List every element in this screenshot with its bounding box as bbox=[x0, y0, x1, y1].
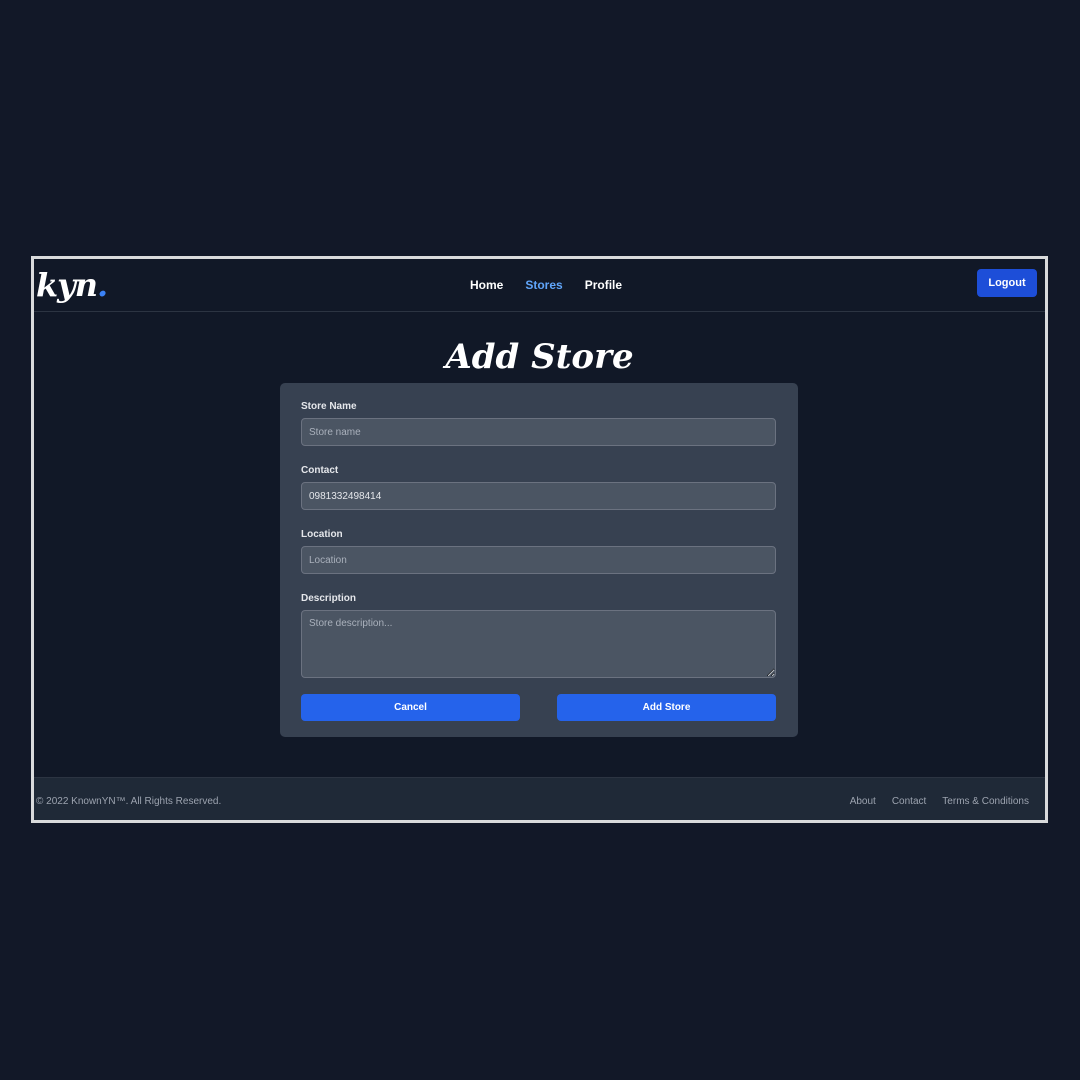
contact-label: Contact bbox=[301, 465, 339, 476]
location-input[interactable] bbox=[301, 546, 776, 574]
logo-text: kyn bbox=[36, 266, 98, 304]
cancel-button[interactable]: Cancel bbox=[301, 694, 520, 721]
nav-links: Home Stores Profile bbox=[470, 277, 622, 293]
logo-dot: . bbox=[97, 266, 108, 304]
page-title: Add Store bbox=[445, 337, 634, 377]
store-name-label: Store Name bbox=[301, 401, 357, 412]
add-store-form: Store Name Contact Location Description … bbox=[280, 383, 798, 737]
app-window: kyn. Home Stores Profile Logout Add Stor… bbox=[31, 256, 1048, 823]
location-label: Location bbox=[301, 529, 343, 540]
contact-input[interactable] bbox=[301, 482, 776, 510]
footer-link-terms[interactable]: Terms & Conditions bbox=[942, 796, 1029, 807]
nav-link-stores[interactable]: Stores bbox=[525, 277, 562, 293]
add-store-button[interactable]: Add Store bbox=[557, 694, 776, 721]
description-textarea[interactable] bbox=[301, 610, 776, 678]
nav-link-profile[interactable]: Profile bbox=[585, 277, 622, 293]
logo[interactable]: kyn. bbox=[36, 263, 108, 307]
footer-link-about[interactable]: About bbox=[850, 796, 876, 807]
description-label: Description bbox=[301, 593, 357, 604]
copyright-text: © 2022 KnownYN™. All Rights Reserved. bbox=[36, 796, 222, 807]
footer-link-contact[interactable]: Contact bbox=[892, 796, 926, 807]
navbar: kyn. Home Stores Profile Logout bbox=[34, 259, 1045, 312]
nav-link-home[interactable]: Home bbox=[470, 277, 503, 293]
store-name-input[interactable] bbox=[301, 418, 776, 446]
footer: © 2022 KnownYN™. All Rights Reserved. Ab… bbox=[34, 777, 1045, 820]
logout-button[interactable]: Logout bbox=[977, 269, 1037, 297]
footer-links: About Contact Terms & Conditions bbox=[850, 796, 1029, 807]
